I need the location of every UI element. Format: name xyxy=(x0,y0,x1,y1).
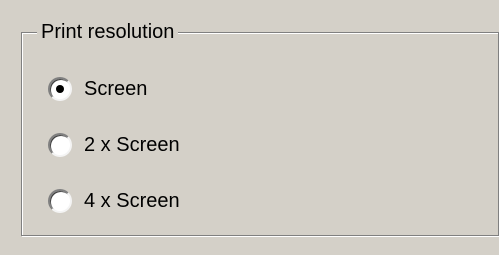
radio-option-screen[interactable]: Screen xyxy=(48,74,147,104)
radio-option-label: 2 x Screen xyxy=(84,133,180,156)
radio-option-label: Screen xyxy=(84,77,148,100)
print-resolution-title: Print resolution xyxy=(37,17,179,47)
radio-button-checked-icon[interactable] xyxy=(48,77,72,101)
radio-button-unchecked-icon[interactable] xyxy=(48,133,72,157)
radio-option-label: 4 x Screen xyxy=(84,189,180,212)
radio-dot-icon xyxy=(56,85,64,93)
radio-option-2x-screen[interactable]: 2 x Screen xyxy=(48,130,180,160)
radio-option-4x-screen[interactable]: 4 x Screen xyxy=(48,186,180,216)
radio-button-unchecked-icon[interactable] xyxy=(48,189,72,213)
